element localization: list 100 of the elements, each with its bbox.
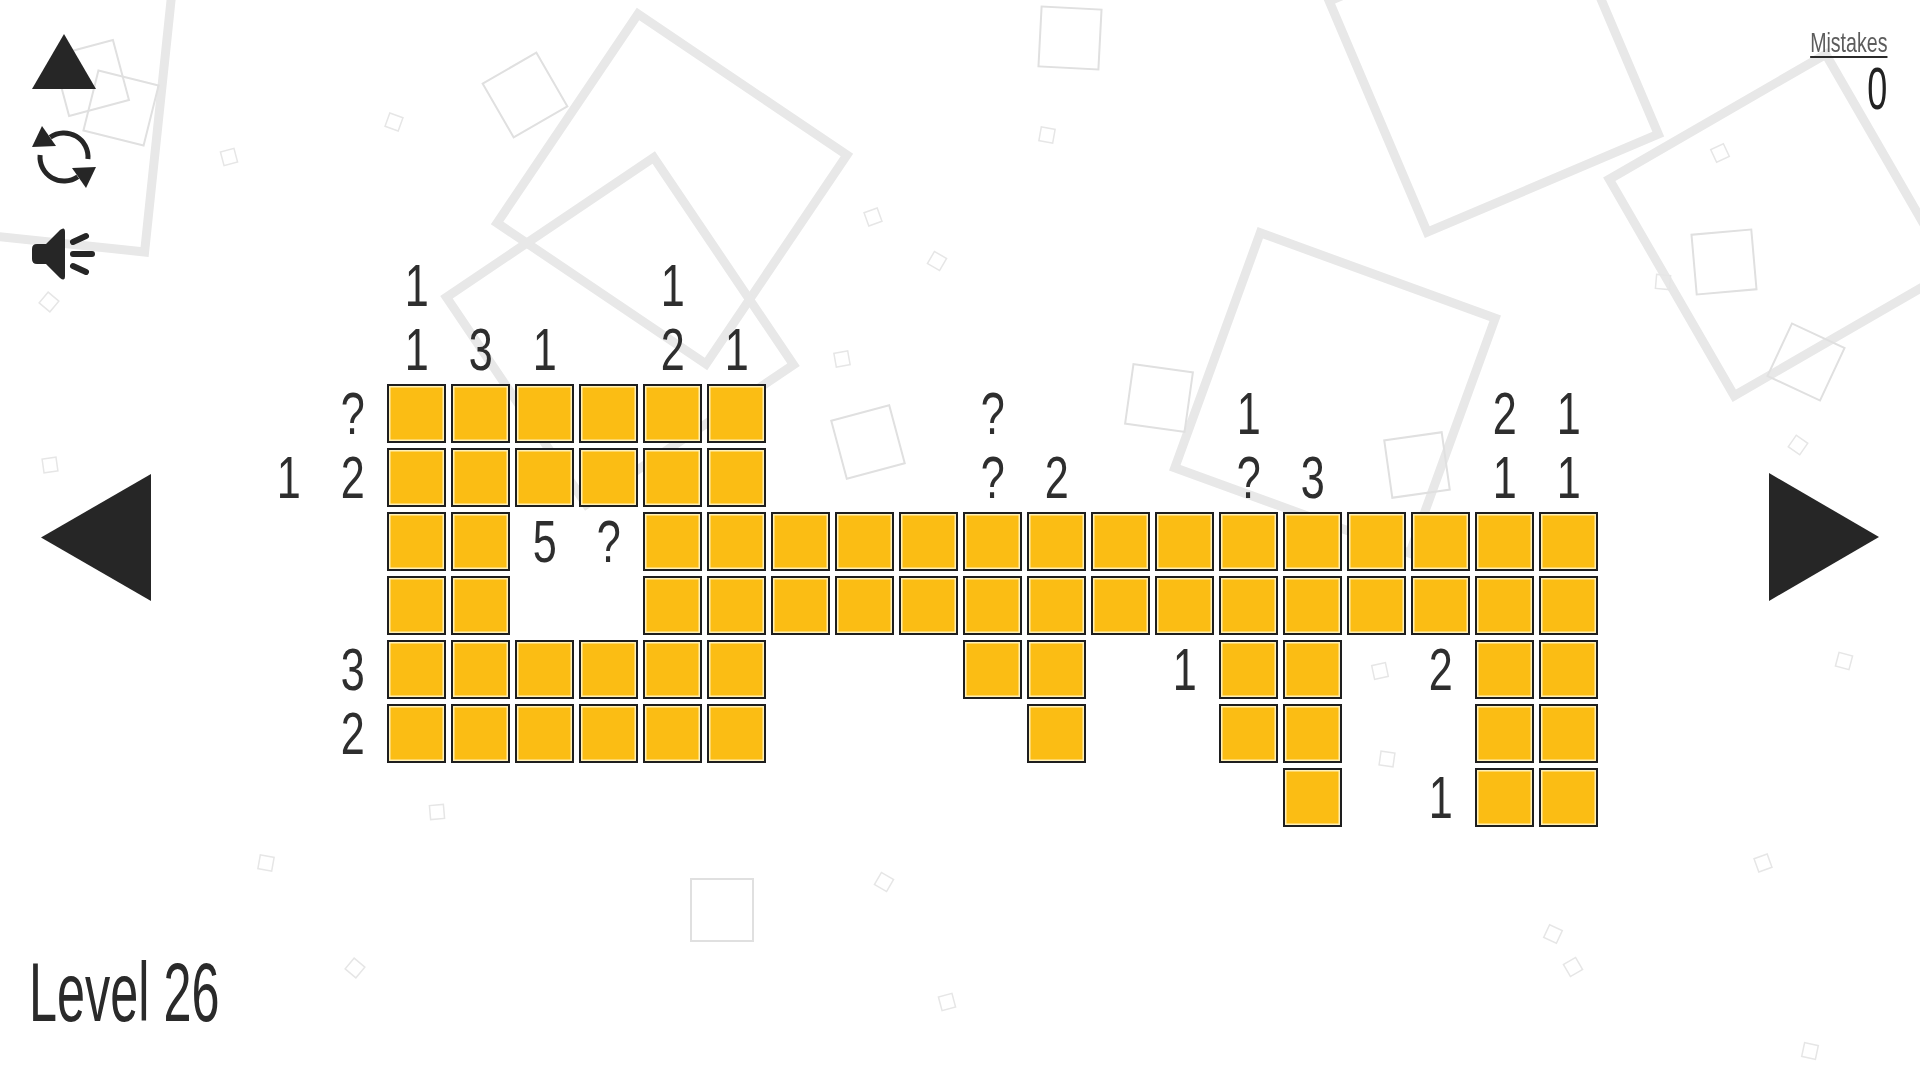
clue-label: 1	[1428, 768, 1453, 827]
clue-label: 1	[1556, 384, 1581, 443]
puzzle-tile[interactable]	[1475, 768, 1534, 827]
puzzle-tile[interactable]	[451, 704, 510, 763]
clue-label: 1	[1492, 448, 1517, 507]
puzzle-tile[interactable]	[515, 640, 574, 699]
clue-label: 1	[404, 320, 429, 379]
puzzle-tile[interactable]	[707, 640, 766, 699]
puzzle-tile[interactable]	[1283, 768, 1342, 827]
puzzle-tile[interactable]	[387, 640, 446, 699]
puzzle-tile[interactable]	[1219, 640, 1278, 699]
clue-label: 2	[340, 704, 365, 763]
puzzle-tile[interactable]	[835, 512, 894, 571]
mistakes-label: Mistakes	[1809, 29, 1887, 57]
clue-label: 2	[660, 320, 685, 379]
puzzle-tile[interactable]	[579, 448, 638, 507]
left-triangle-icon[interactable]	[41, 474, 151, 601]
puzzle-tile[interactable]	[1347, 512, 1406, 571]
puzzle-tile[interactable]	[963, 640, 1022, 699]
refresh-icon[interactable]	[32, 126, 96, 188]
puzzle-tile[interactable]	[899, 576, 958, 635]
puzzle-tile[interactable]	[707, 384, 766, 443]
puzzle-tile[interactable]	[515, 704, 574, 763]
puzzle-tile[interactable]	[1411, 512, 1470, 571]
puzzle-tile[interactable]	[387, 704, 446, 763]
puzzle-tile[interactable]	[1475, 576, 1534, 635]
mistakes-count: 0	[1866, 59, 1887, 119]
puzzle-tile[interactable]	[1283, 576, 1342, 635]
puzzle-tile[interactable]	[1027, 640, 1086, 699]
puzzle-tile[interactable]	[643, 512, 702, 571]
puzzle-tile[interactable]	[1539, 640, 1598, 699]
puzzle-tile[interactable]	[1283, 512, 1342, 571]
puzzle-tile[interactable]	[963, 576, 1022, 635]
puzzle-tile[interactable]	[579, 384, 638, 443]
puzzle-tile[interactable]	[1027, 576, 1086, 635]
puzzle-tile[interactable]	[1219, 704, 1278, 763]
puzzle-tile[interactable]	[387, 512, 446, 571]
puzzle-tile[interactable]	[1347, 576, 1406, 635]
puzzle-tile[interactable]	[1539, 704, 1598, 763]
clue-label: 2	[1428, 640, 1453, 699]
puzzle-tile[interactable]	[1027, 512, 1086, 571]
puzzle-tile[interactable]	[387, 448, 446, 507]
clue-label: ?	[1236, 448, 1261, 507]
puzzle-tile[interactable]	[1283, 704, 1342, 763]
puzzle-tile[interactable]	[899, 512, 958, 571]
puzzle-tile[interactable]	[1091, 512, 1150, 571]
puzzle-tile[interactable]	[515, 384, 574, 443]
clue-label: 1	[532, 320, 557, 379]
puzzle-tile[interactable]	[515, 448, 574, 507]
puzzle-tile[interactable]	[1155, 512, 1214, 571]
right-triangle-icon[interactable]	[1769, 473, 1879, 601]
puzzle-tile[interactable]	[643, 640, 702, 699]
puzzle-tile[interactable]	[1219, 512, 1278, 571]
clue-label: 5	[532, 512, 557, 571]
puzzle-tile[interactable]	[707, 704, 766, 763]
puzzle-tile[interactable]	[771, 512, 830, 571]
puzzle-tile[interactable]	[643, 384, 702, 443]
puzzle-tile[interactable]	[643, 448, 702, 507]
puzzle-tile[interactable]	[643, 576, 702, 635]
puzzle-tile[interactable]	[1539, 512, 1598, 571]
puzzle-tile[interactable]	[1155, 576, 1214, 635]
puzzle-tile[interactable]	[451, 448, 510, 507]
puzzle-tile[interactable]	[1475, 640, 1534, 699]
puzzle-tile[interactable]	[1091, 576, 1150, 635]
puzzle-tile[interactable]	[579, 640, 638, 699]
clue-label: ?	[340, 384, 365, 443]
speaker-icon[interactable]	[32, 227, 96, 281]
puzzle-tile[interactable]	[1475, 704, 1534, 763]
puzzle-tile[interactable]	[579, 704, 638, 763]
clue-label: 3	[1300, 448, 1325, 507]
clue-label: 1	[404, 256, 429, 315]
clue-label: 2	[1492, 384, 1517, 443]
puzzle-tile[interactable]	[707, 448, 766, 507]
puzzle-tile[interactable]	[451, 576, 510, 635]
up-triangle-icon[interactable]	[32, 34, 96, 89]
puzzle-tile[interactable]	[451, 384, 510, 443]
puzzle-tile[interactable]	[387, 576, 446, 635]
puzzle-tile[interactable]	[963, 512, 1022, 571]
clue-label: 2	[1044, 448, 1069, 507]
puzzle-tile[interactable]	[1539, 768, 1598, 827]
clue-label: 1	[660, 256, 685, 315]
clue-label: ?	[980, 384, 1005, 443]
puzzle-tile[interactable]	[451, 512, 510, 571]
puzzle-tile[interactable]	[707, 512, 766, 571]
puzzle-tile[interactable]	[643, 704, 702, 763]
puzzle-tile[interactable]	[1475, 512, 1534, 571]
puzzle-tile[interactable]	[835, 576, 894, 635]
puzzle-tile[interactable]	[707, 576, 766, 635]
clue-label: 3	[340, 640, 365, 699]
puzzle-tile[interactable]	[1027, 704, 1086, 763]
puzzle-tile[interactable]	[451, 640, 510, 699]
puzzle-tile[interactable]	[1411, 576, 1470, 635]
puzzle-tile[interactable]	[1283, 640, 1342, 699]
clue-label: 3	[468, 320, 493, 379]
puzzle-tile[interactable]	[1219, 576, 1278, 635]
puzzle-tile[interactable]	[387, 384, 446, 443]
puzzle-tile[interactable]	[771, 576, 830, 635]
clue-label: 1	[1236, 384, 1261, 443]
clue-label: 1	[1556, 448, 1581, 507]
puzzle-tile[interactable]	[1539, 576, 1598, 635]
